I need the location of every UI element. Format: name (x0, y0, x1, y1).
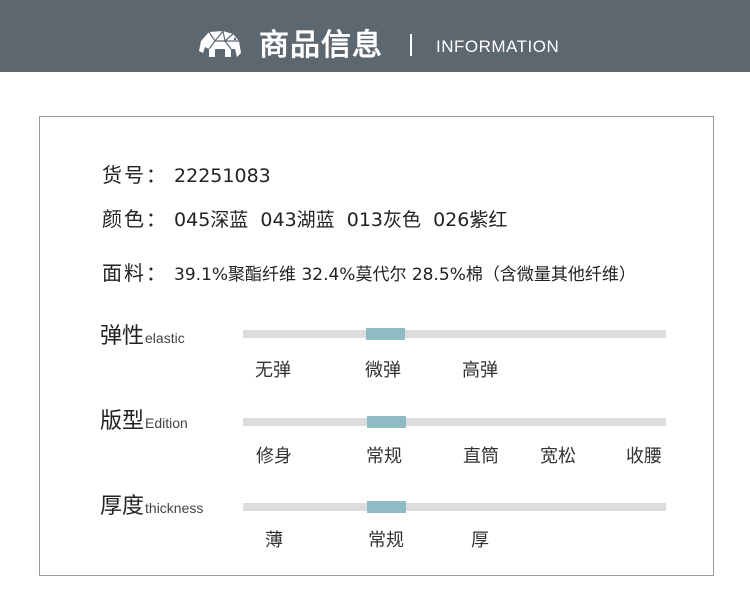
thickness-option: 常规 (368, 530, 404, 551)
thickness-option: 薄 (265, 530, 283, 551)
elephant-icon (199, 30, 241, 57)
header-banner: 商品信息 INFORMATION (0, 0, 750, 72)
fabric-row: 面料： 39.1%聚酯纤维 32.4%莫代尔 28.5%棉（含微量其他纤维） (102, 260, 636, 288)
edition-label-en: Edition (145, 415, 188, 431)
elastic-label-en: elastic (145, 330, 185, 346)
item-no-row: 货号： 22251083 (102, 162, 271, 189)
edition-option: 常规 (366, 446, 402, 467)
elastic-option: 微弹 (365, 360, 401, 381)
thickness-label: 厚度thickness (100, 493, 203, 522)
elastic-scale-track (243, 328, 666, 340)
color-row: 颜色： 045深蓝 043湖蓝 013灰色 026紫红 (102, 206, 507, 233)
edition-option: 宽松 (540, 446, 576, 467)
thickness-scale-marker (367, 501, 406, 513)
edition-label: 版型Edition (100, 408, 188, 437)
fabric-label: 面料： (102, 261, 168, 285)
elastic-scale-marker (366, 328, 405, 340)
header-divider (410, 34, 412, 56)
thickness-option: 厚 (471, 530, 489, 551)
thickness-label-zh: 厚度 (100, 494, 145, 519)
item-no-label: 货号： (102, 163, 168, 187)
item-no-value: 22251083 (174, 165, 271, 187)
edition-option: 直筒 (463, 446, 499, 467)
edition-option: 修身 (256, 446, 292, 467)
edition-label-zh: 版型 (100, 409, 145, 434)
elastic-option: 无弹 (255, 360, 291, 381)
edition-option: 收腰 (626, 446, 662, 467)
edition-scale-track (243, 416, 666, 428)
color-label: 颜色： (102, 207, 168, 231)
color-value: 045深蓝 043湖蓝 013灰色 026紫红 (174, 209, 508, 231)
elastic-option: 高弹 (462, 360, 498, 381)
elastic-label: 弹性elastic (100, 323, 185, 352)
elastic-label-zh: 弹性 (100, 324, 145, 349)
thickness-label-en: thickness (145, 500, 204, 516)
thickness-scale-track (243, 501, 666, 513)
page-title: 商品信息 (259, 28, 383, 63)
page-subtitle: INFORMATION (436, 37, 560, 56)
fabric-value: 39.1%聚酯纤维 32.4%莫代尔 28.5%棉（含微量其他纤维） (174, 265, 636, 285)
edition-scale-marker (367, 416, 406, 428)
